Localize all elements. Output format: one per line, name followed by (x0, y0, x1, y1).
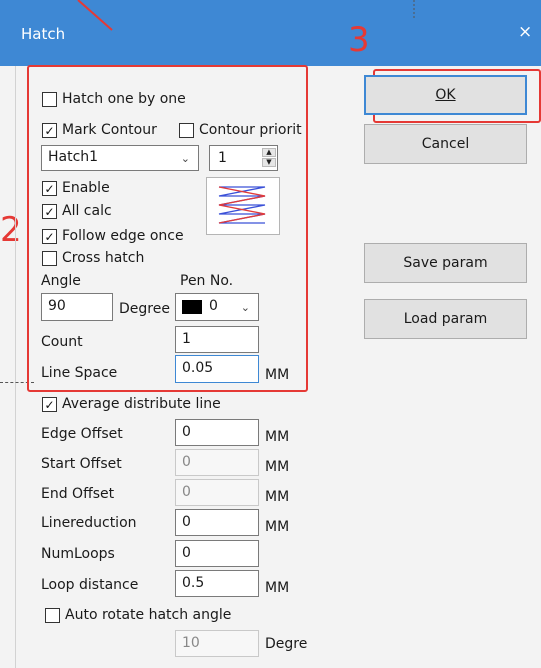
all-calc-label: All calc (62, 203, 112, 219)
chevron-down-icon: ⌄ (240, 301, 250, 314)
linereduction-label: Linereduction (41, 515, 137, 531)
auto-rotate-angle-input[interactable]: 10 (175, 630, 259, 657)
zigzag-hatch-icon[interactable] (206, 177, 280, 235)
ok-button[interactable]: OK (364, 75, 527, 115)
mark-contour-label: Mark Contour (62, 122, 157, 138)
pen-no-label: Pen No. (180, 273, 234, 289)
hatch-select[interactable]: Hatch1 ⌄ (41, 145, 199, 171)
cancel-button[interactable]: Cancel (364, 124, 527, 164)
contour-priority-checkbox[interactable] (179, 123, 194, 138)
count-input[interactable]: 1 (175, 326, 259, 353)
angle-unit: Degree (119, 301, 170, 317)
follow-edge-once-label: Follow edge once (62, 228, 184, 244)
num-loops-input[interactable]: 0 (175, 540, 259, 567)
auto-rotate-hatch-angle-checkbox[interactable] (45, 608, 60, 623)
ok-button-label: OK (435, 87, 456, 103)
line-space-label: Line Space (41, 365, 118, 381)
start-offset-input[interactable]: 0 (175, 449, 259, 476)
count-label: Count (41, 334, 83, 350)
linereduction-unit: MM (265, 519, 290, 535)
chevron-down-icon: ⌄ (180, 152, 190, 165)
load-param-label: Load param (403, 311, 488, 327)
contour-priority-label: Contour priorit (199, 122, 302, 138)
cross-hatch-label: Cross hatch (62, 250, 145, 266)
panel-edge (15, 66, 16, 668)
follow-edge-once-checkbox[interactable] (42, 229, 57, 244)
edge-offset-label: Edge Offset (41, 426, 123, 442)
save-param-label: Save param (403, 255, 488, 271)
hatch-one-by-one-label: Hatch one by one (62, 91, 186, 107)
start-offset-label: Start Offset (41, 456, 122, 472)
enable-label: Enable (62, 180, 110, 196)
cancel-button-label: Cancel (421, 136, 470, 152)
pen-color-swatch (182, 300, 202, 314)
loop-distance-unit: MM (265, 580, 290, 596)
all-calc-checkbox[interactable] (42, 204, 57, 219)
line-space-unit: MM (265, 367, 290, 383)
pen-select-value: 0 (209, 298, 218, 314)
annotation-number-3: 3 (348, 20, 370, 60)
auto-rotate-angle-unit: Degre (265, 636, 308, 652)
end-offset-label: End Offset (41, 486, 115, 502)
save-param-button[interactable]: Save param (364, 243, 527, 283)
loop-distance-input[interactable]: 0.5 (175, 570, 259, 597)
hatch-number-spinner[interactable]: 1 ▲ ▼ (209, 145, 278, 171)
linereduction-input[interactable]: 0 (175, 509, 259, 536)
pen-select[interactable]: 0 ⌄ (175, 293, 259, 321)
start-offset-unit: MM (265, 459, 290, 475)
annotation-number-2: 2 (0, 210, 22, 250)
average-distribute-line-checkbox[interactable] (42, 397, 57, 412)
annotation-arrow-stroke (77, 0, 415, 31)
edge-offset-input[interactable]: 0 (175, 419, 259, 446)
angle-input[interactable]: 90 (41, 293, 113, 321)
hatch-one-by-one-checkbox[interactable] (42, 92, 57, 107)
loop-distance-label: Loop distance (41, 577, 139, 593)
cross-hatch-checkbox[interactable] (42, 251, 57, 266)
end-offset-unit: MM (265, 489, 290, 505)
hatch-number-value: 1 (218, 150, 227, 166)
load-param-button[interactable]: Load param (364, 299, 527, 339)
angle-label: Angle (41, 273, 81, 289)
spin-down-icon[interactable]: ▼ (262, 158, 276, 167)
edge-offset-unit: MM (265, 429, 290, 445)
enable-checkbox[interactable] (42, 181, 57, 196)
line-space-input[interactable]: 0.05 (175, 355, 259, 383)
end-offset-input[interactable]: 0 (175, 479, 259, 506)
num-loops-label: NumLoops (41, 546, 115, 562)
spin-up-icon[interactable]: ▲ (262, 148, 276, 157)
average-distribute-line-label: Average distribute line (62, 396, 221, 412)
mark-contour-checkbox[interactable] (42, 123, 57, 138)
hatch-select-value: Hatch1 (48, 149, 99, 165)
auto-rotate-hatch-angle-label: Auto rotate hatch angle (65, 607, 232, 623)
